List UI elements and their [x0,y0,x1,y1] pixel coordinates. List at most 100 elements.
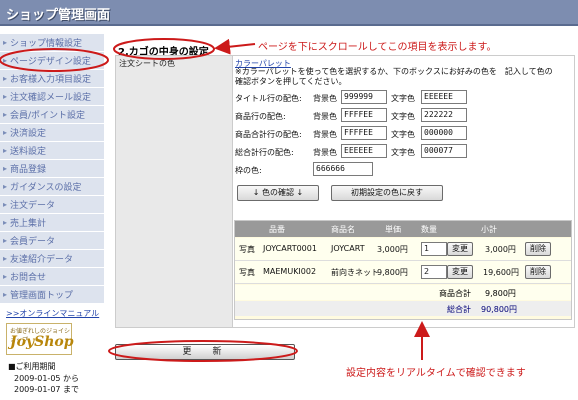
bg-color-tag: 背景色 [313,112,337,121]
title-bg-color-input[interactable]: 999999 [341,90,387,104]
update-button[interactable]: 更 新 [115,344,295,360]
annotation-scroll-hint: ページを下にスクロールしてこの項目を表示します。 [258,42,497,53]
price-cell: 9,800円 [377,268,408,277]
change-quantity-button[interactable]: 変更 [447,265,473,279]
sidebar-item-label: 注文確認メール設定 [10,93,92,103]
photo-cell: 写真 [239,268,255,277]
sidebar-item-admin-top[interactable]: ▸ 管理画面トップ [0,286,104,304]
sidebar-item-label: 売上集計 [10,219,47,229]
row-label: 総合計行の配色: [235,148,294,157]
header-divider [0,26,578,29]
sidebar-item-members[interactable]: ▸ 会員データ [0,232,104,250]
sidebar-item-order-mail[interactable]: ▸ 注文確認メール設定 [0,88,104,106]
product-total-text-color-input[interactable]: 000000 [421,126,467,140]
chevron-right-icon: ▸ [2,254,7,263]
name-cell: 前向きネット [331,268,379,277]
row-label: タイトル行の配色: [235,94,302,103]
price-cell: 3,000円 [377,245,408,254]
sidebar-item-payment[interactable]: ▸ 決済設定 [0,124,104,142]
column-header-price: 単価 [385,225,401,234]
color-row-grand-total: 総合計行の配色: 背景色 EEEEEE 文字色 000077 [233,144,473,159]
column-header-qty: 数量 [421,225,437,234]
color-row-border: 枠の色: 666666 [233,162,473,177]
cart-row: 写真 JOYCART0001 JOYCART 3,000円 1 変更 3,000… [235,238,571,261]
order-sheet-color-label: 注文シートの色 [119,59,175,68]
sidebar-item-label: ガイダンスの設定 [10,183,82,193]
sidebar-item-label: お客様入力項目設定 [10,75,92,85]
chevron-right-icon: ▸ [2,164,7,173]
name-cell: JOYCART [331,244,365,253]
sidebar-item-orders[interactable]: ▸ 注文データ [0,196,104,214]
product-total-row: 商品合計 9,800円 [235,285,571,300]
quantity-input[interactable]: 2 [421,265,447,279]
subtotal-cell: 19,600円 [483,268,519,277]
color-row-product: 商品行の配色: 背景色 FFFFEE 文字色 222222 [233,108,473,123]
sidebar-item-page-design[interactable]: ▸ ページデザイン設定 [0,52,104,70]
usage-period-from: 2009-01-05 から [14,374,80,383]
sidebar-item-label: 会員/ポイント設定 [10,111,86,121]
grand-total-row: 総合計 90,800円 [235,301,571,316]
sidebar-item-referrals[interactable]: ▸ 友達紹介データ [0,250,104,268]
column-header-code: 品番 [269,225,285,234]
product-text-color-input[interactable]: 222222 [421,108,467,122]
chevron-right-icon: ▸ [2,110,7,119]
chevron-right-icon: ▸ [2,236,7,245]
chevron-right-icon: ▸ [2,218,7,227]
grand-total-bg-color-input[interactable]: EEEEEE [341,144,387,158]
column-header-subtotal: 小計 [481,225,497,234]
chevron-right-icon: ▸ [2,182,7,191]
sidebar-item-guidance[interactable]: ▸ ガイダンスの設定 [0,178,104,196]
joyshop-logo: お値ぎれしのジョイショップ JoyShop [6,323,74,355]
product-total-label: 商品合計 [439,289,471,298]
sidebar-item-products[interactable]: ▸ 商品登録 [0,160,104,178]
confirm-color-button[interactable]: ↓ 色の確認 ↓ [237,185,319,201]
grand-total-text-color-input[interactable]: 000077 [421,144,467,158]
row-label: 商品合計行の配色: [235,130,302,139]
sidebar-item-label: 商品登録 [10,165,47,175]
page-title: ショップ管理画面 [6,8,111,23]
sidebar-item-label: 会員データ [10,237,56,247]
quantity-input[interactable]: 1 [421,242,447,256]
sidebar-item-customer-fields[interactable]: ▸ お客様入力項目設定 [0,70,104,88]
sidebar-item-inquiry[interactable]: ▸ お問合せ [0,268,104,286]
bg-color-tag: 背景色 [313,94,337,103]
sidebar-item-member-points[interactable]: ▸ 会員/ポイント設定 [0,106,104,124]
annotation-top-arrow [214,38,256,55]
text-color-tag: 文字色 [391,148,415,157]
delete-item-button[interactable]: 削除 [525,242,551,256]
change-quantity-button[interactable]: 変更 [447,242,473,256]
sidebar-item-shipping[interactable]: ▸ 送料設定 [0,142,104,160]
usage-period-title: ■ご利用期間 [8,362,56,371]
bg-color-tag: 背景色 [313,148,337,157]
sidebar-item-label: 決済設定 [10,129,47,139]
grand-total-value: 90,800円 [481,305,517,314]
sidebar-item-label: 友達紹介データ [10,255,74,265]
chevron-right-icon: ▸ [2,272,7,281]
sidebar-item-label: 注文データ [10,201,56,211]
product-total-bg-color-input[interactable]: FFFFEE [341,126,387,140]
online-manual-link[interactable]: >>オンラインマニュアル [6,308,99,319]
app-header: ショップ管理画面 [0,0,578,26]
cart-preview-table: 品番 商品名 単価 数量 小計 写真 JOYCART0001 JOYCART 3… [234,220,572,320]
delete-item-button[interactable]: 削除 [525,265,551,279]
text-color-tag: 文字色 [391,112,415,121]
sidebar-item-sales[interactable]: ▸ 売上集計 [0,214,104,232]
chevron-right-icon: ▸ [2,56,7,65]
border-color-input[interactable]: 666666 [313,162,373,176]
row-label: 枠の色: [235,166,262,175]
product-bg-color-input[interactable]: FFFFEE [341,108,387,122]
sidebar-item-label: 管理画面トップ [10,291,74,301]
grand-total-label: 総合計 [447,305,471,314]
cart-row: 写真 MAEMUKI002 前向きネット 9,800円 2 変更 19,600円… [235,261,571,284]
sidebar-item-shop-info[interactable]: ▸ ショップ情報設定 [0,34,104,52]
annotation-realtime-hint: 設定内容をリアルタイムで確認できます [346,368,526,379]
sidebar-item-label: 送料設定 [10,147,47,157]
row-label: 商品行の配色: [235,112,286,121]
instruction-text: ※カラーパレットを使って色を選択するか、下のボックスにお好みの色を 記入して色の… [235,67,553,86]
title-text-color-input[interactable]: EEEEEE [421,90,467,104]
photo-cell: 写真 [239,245,255,254]
reset-color-button[interactable]: 初期設定の色に戻す [331,185,443,201]
chevron-right-icon: ▸ [2,290,7,299]
cart-header-row: 品番 商品名 単価 数量 小計 [235,221,571,237]
sidebar-item-label: ショップ情報設定 [10,39,83,49]
